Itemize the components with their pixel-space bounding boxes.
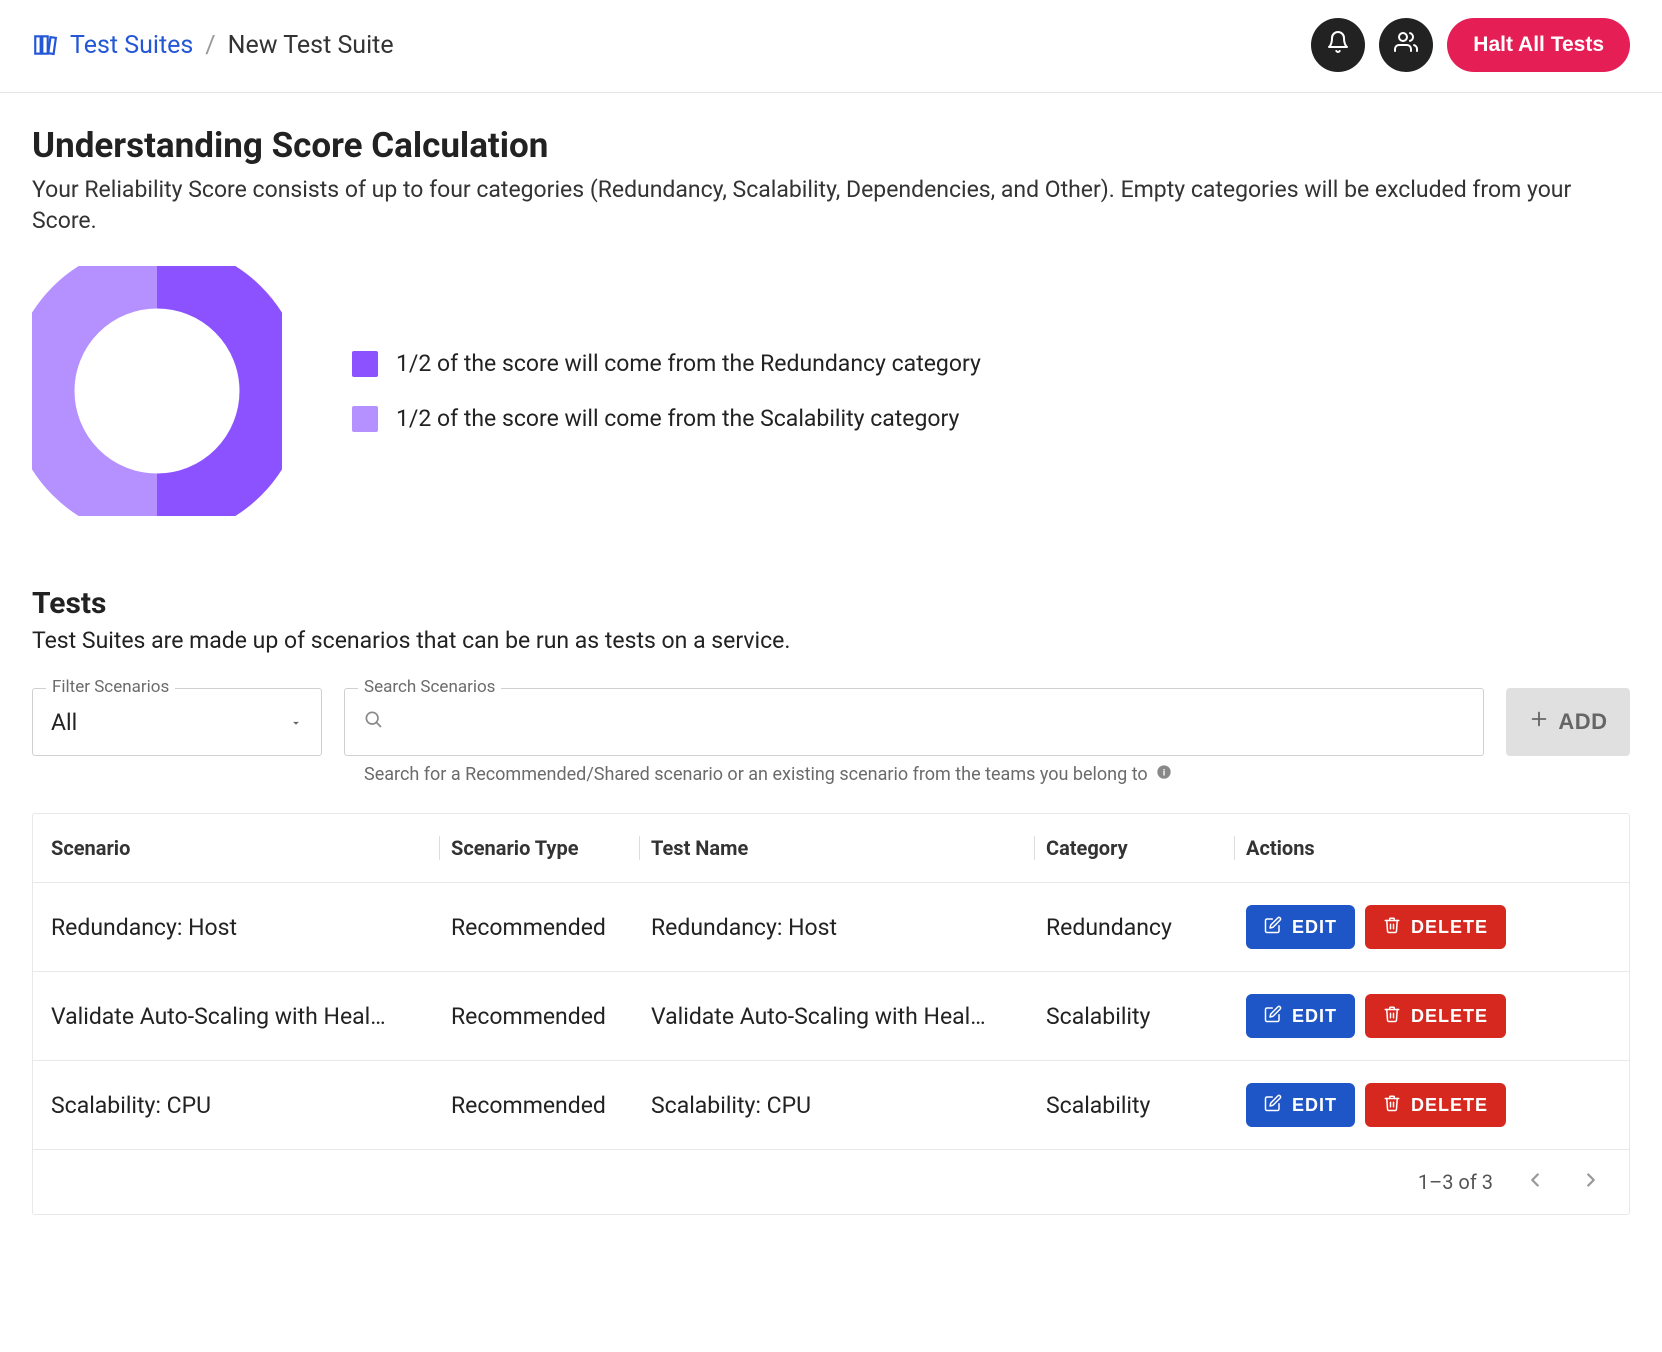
table-row: Validate Auto-Scaling with Heal… Recomme… (33, 971, 1629, 1060)
pagination-range: 1–3 of 3 (1418, 1170, 1493, 1194)
search-scenarios-field[interactable] (344, 688, 1484, 756)
chevron-right-icon (1580, 1169, 1602, 1196)
cell-category: Scalability (1046, 1003, 1246, 1030)
cell-test: Validate Auto-Scaling with Heal… (651, 1003, 1046, 1030)
people-button[interactable] (1379, 18, 1433, 72)
delete-button[interactable]: DELETE (1365, 1083, 1506, 1127)
filter-scenarios-select[interactable]: All (32, 688, 322, 756)
cell-type: Recommended (451, 914, 651, 941)
edit-label: EDIT (1292, 917, 1337, 938)
add-label: ADD (1558, 709, 1607, 735)
notifications-button[interactable] (1311, 18, 1365, 72)
table-header-row: Scenario Scenario Type Test Name Categor… (33, 814, 1629, 882)
edit-icon (1264, 916, 1282, 939)
edit-icon (1264, 1005, 1282, 1028)
add-button[interactable]: ADD (1506, 688, 1630, 756)
legend-swatch (352, 351, 378, 377)
cell-scenario: Redundancy: Host (51, 914, 451, 941)
breadcrumb: Test Suites / New Test Suite (32, 31, 394, 60)
trash-icon (1383, 1005, 1401, 1028)
th-type: Scenario Type (451, 836, 651, 860)
edit-label: EDIT (1292, 1095, 1337, 1116)
trash-icon (1383, 1094, 1401, 1117)
cell-category: Scalability (1046, 1092, 1246, 1119)
tests-section-desc: Test Suites are made up of scenarios tha… (32, 627, 1630, 654)
halt-all-tests-button[interactable]: Halt All Tests (1447, 18, 1630, 72)
people-icon (1394, 30, 1418, 60)
cell-scenario: Validate Auto-Scaling with Heal… (51, 1003, 451, 1030)
delete-button[interactable]: DELETE (1365, 994, 1506, 1038)
cell-actions: EDIT DELETE (1246, 994, 1611, 1038)
search-icon (363, 709, 383, 735)
legend-label: 1/2 of the score will come from the Scal… (396, 405, 959, 432)
edit-icon (1264, 1094, 1282, 1117)
top-bar-actions: Halt All Tests (1311, 18, 1630, 72)
legend-item-scalability: 1/2 of the score will come from the Scal… (352, 405, 981, 432)
th-actions: Actions (1246, 836, 1611, 860)
test-suites-icon (32, 32, 58, 58)
legend-label: 1/2 of the score will come from the Redu… (396, 350, 981, 377)
cell-type: Recommended (451, 1092, 651, 1119)
tests-table: Scenario Scenario Type Test Name Categor… (32, 813, 1630, 1215)
score-section-title: Understanding Score Calculation (32, 125, 1630, 166)
filter-value: All (51, 709, 77, 736)
score-legend: 1/2 of the score will come from the Redu… (352, 350, 981, 432)
tests-section-title: Tests (32, 586, 1630, 621)
edit-label: EDIT (1292, 1006, 1337, 1027)
bell-icon (1326, 30, 1350, 60)
filter-label: Filter Scenarios (46, 677, 175, 697)
cell-actions: EDIT DELETE (1246, 1083, 1611, 1127)
cell-scenario: Scalability: CPU (51, 1092, 451, 1119)
breadcrumb-separator: / (205, 31, 215, 60)
table-footer: 1–3 of 3 (33, 1149, 1629, 1214)
th-category: Category (1046, 836, 1246, 860)
chevron-down-icon (289, 709, 303, 736)
search-input[interactable] (397, 708, 1465, 737)
legend-swatch (352, 406, 378, 432)
chevron-left-icon (1524, 1169, 1546, 1196)
cell-test: Redundancy: Host (651, 914, 1046, 941)
next-page-button[interactable] (1577, 1168, 1605, 1196)
edit-button[interactable]: EDIT (1246, 994, 1355, 1038)
cell-test: Scalability: CPU (651, 1092, 1046, 1119)
legend-item-redundancy: 1/2 of the score will come from the Redu… (352, 350, 981, 377)
svg-text:i: i (1162, 767, 1165, 777)
cell-category: Redundancy (1046, 914, 1246, 941)
top-bar: Test Suites / New Test Suite (0, 0, 1662, 93)
search-label: Search Scenarios (358, 677, 501, 697)
breadcrumb-current: New Test Suite (228, 31, 394, 60)
info-icon: i (1156, 764, 1172, 785)
table-row: Scalability: CPU Recommended Scalability… (33, 1060, 1629, 1149)
breadcrumb-root-link[interactable]: Test Suites (70, 31, 193, 60)
score-section-desc: Your Reliability Score consists of up to… (32, 174, 1630, 236)
edit-button[interactable]: EDIT (1246, 905, 1355, 949)
cell-type: Recommended (451, 1003, 651, 1030)
plus-icon (1528, 708, 1550, 736)
prev-page-button[interactable] (1521, 1168, 1549, 1196)
trash-icon (1383, 916, 1401, 939)
th-scenario: Scenario (51, 836, 451, 860)
search-hint: Search for a Recommended/Shared scenario… (364, 764, 1148, 785)
delete-label: DELETE (1411, 1006, 1488, 1027)
delete-label: DELETE (1411, 1095, 1488, 1116)
th-test: Test Name (651, 836, 1046, 860)
edit-button[interactable]: EDIT (1246, 1083, 1355, 1127)
table-row: Redundancy: Host Recommended Redundancy:… (33, 882, 1629, 971)
cell-actions: EDIT DELETE (1246, 905, 1611, 949)
delete-button[interactable]: DELETE (1365, 905, 1506, 949)
delete-label: DELETE (1411, 917, 1488, 938)
score-donut-chart (32, 266, 282, 516)
